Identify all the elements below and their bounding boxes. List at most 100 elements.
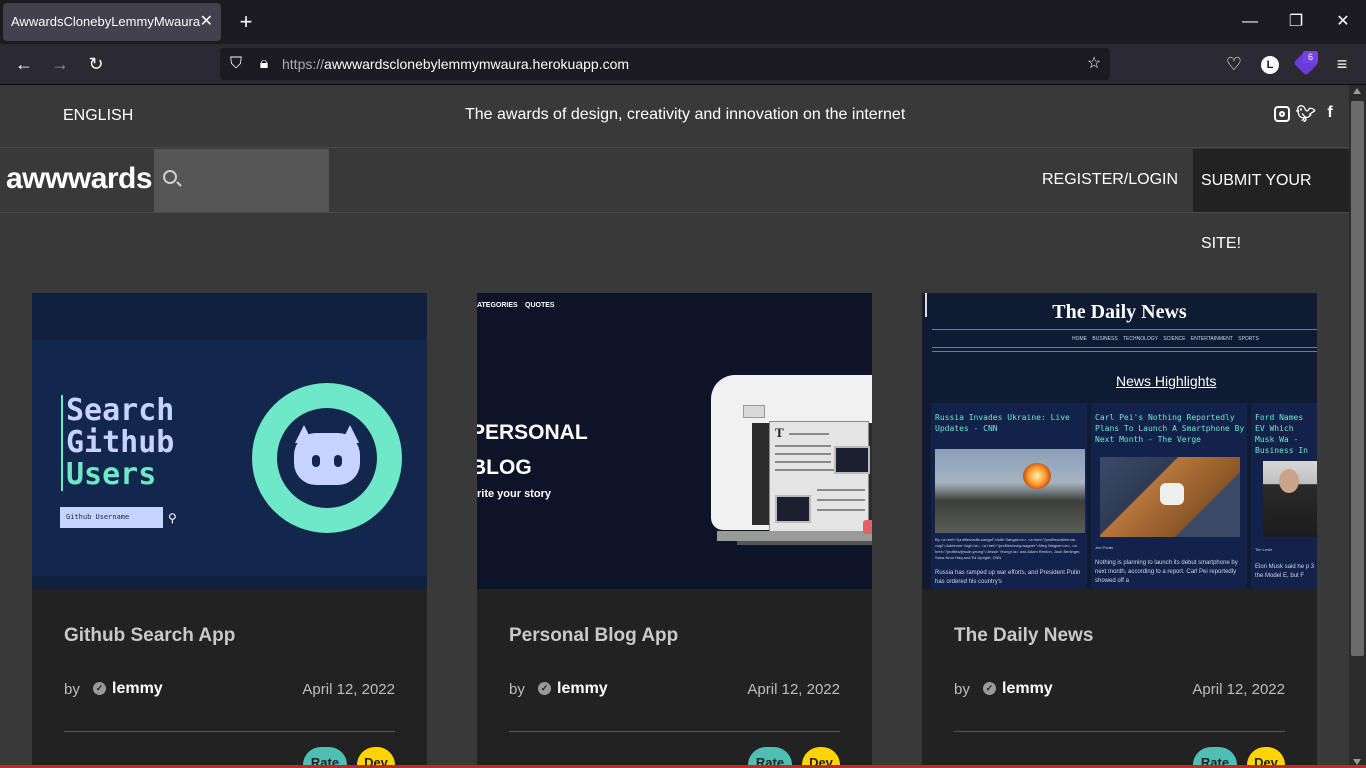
minimize-icon[interactable]: — <box>1238 8 1262 36</box>
by-label: by <box>954 681 970 698</box>
url-text[interactable]: https://awwwardsclonebylemmymwaura.herok… <box>282 48 629 80</box>
project-thumbnail[interactable]: ATEGORIES QUOTES PERSONAL BLOG rite your… <box>477 293 872 589</box>
article-byline: Jon Porter <box>1095 545 1114 550</box>
close-window-icon[interactable]: ✕ <box>1331 8 1355 36</box>
page-content: ENGLISH The awards of design, creativity… <box>0 85 1349 768</box>
article-text: Nothing is planning to launch its debut … <box>1095 560 1238 584</box>
author-name[interactable]: lemmy <box>1002 680 1053 698</box>
paper-line <box>817 489 865 491</box>
by-label: by <box>509 681 525 698</box>
account-avatar[interactable]: L <box>1261 56 1279 74</box>
author-name[interactable]: lemmy <box>557 680 608 698</box>
article-byline: By <a href="/profiles/aditi-sangal">Adit… <box>935 537 1081 560</box>
article-title: Russia Invades Ukraine: Live Updates - C… <box>935 413 1070 433</box>
verified-icon: ✓ <box>983 682 996 695</box>
pocket-icon[interactable]: ♡ <box>1222 52 1246 76</box>
back-icon[interactable]: ← <box>12 52 36 76</box>
thumbnail-text: Github <box>66 425 175 460</box>
card-divider <box>954 731 1285 732</box>
verified-icon: ✓ <box>93 682 106 695</box>
site-header: awwwards. REGISTER/LOGIN SUBMIT YOUR SIT… <box>0 149 1349 252</box>
project-title[interactable]: Personal Blog App <box>509 625 678 647</box>
paper-line <box>775 445 831 447</box>
reload-icon[interactable]: ↻ <box>84 52 108 76</box>
forward-icon[interactable]: → <box>48 52 72 76</box>
scroll-up-arrow[interactable] <box>1353 88 1361 94</box>
article-image <box>1263 461 1317 537</box>
menu-rule <box>932 351 1317 352</box>
by-label: by <box>64 681 80 698</box>
project-title[interactable]: Github Search App <box>64 625 235 647</box>
language-selector[interactable]: ENGLISH <box>63 107 133 125</box>
browser-navbar: ← → ↻ ⛉ 🔒︎ https://awwwardsclonebylemmym… <box>0 44 1366 85</box>
card-divider <box>509 731 840 732</box>
article-card: Russia Invades Ukraine: Live Updates - C… <box>931 403 1087 589</box>
article-image <box>935 449 1085 533</box>
url-host: awwwardsclonebylemmymwaura.herokuapp.com <box>324 56 630 72</box>
illustration-keyboard <box>717 531 872 541</box>
scrollbar-thumb[interactable] <box>1351 101 1364 656</box>
paper-line <box>817 509 865 511</box>
thumbnail-text: Search <box>66 393 175 428</box>
project-card[interactable]: ATEGORIES QUOTES PERSONAL BLOG rite your… <box>477 293 872 768</box>
article-text: Elon Musk said he p 3 the Model E, but F <box>1255 564 1315 579</box>
url-bar[interactable]: ⛉ 🔒︎ https://awwwardsclonebylemmymwaura.… <box>220 48 1110 80</box>
thumbnail-subheading: rite your story <box>477 488 551 500</box>
thumbnail-search-icon: ⚲ <box>168 511 177 525</box>
shield-icon[interactable]: ⛉ <box>224 52 248 76</box>
thumbnail-nav-item: ATEGORIES <box>477 302 518 309</box>
tab-close-icon[interactable]: ✕ <box>200 3 213 41</box>
new-tab-button[interactable]: + <box>234 8 258 36</box>
project-date: April 12, 2022 <box>1192 681 1285 698</box>
menu-rule <box>932 347 1317 348</box>
article-byline: Tim Levin <box>1255 547 1273 552</box>
paper-image <box>775 495 811 523</box>
instagram-icon[interactable] <box>1274 106 1290 122</box>
article-card: Ford Names EV Which Musk Wa - Business I… <box>1251 403 1317 589</box>
browser-tabbar: AwwardsClonebyLemmyMwaura ✕ + — ❐ ✕ <box>0 0 1366 44</box>
paper-line <box>817 499 865 501</box>
top-strip: ENGLISH The awards of design, creativity… <box>0 85 1349 148</box>
thumbnail-accent-bar <box>61 395 63 491</box>
url-protocol: https:// <box>282 56 325 72</box>
octocat-eyes <box>308 455 346 469</box>
article-text: Russia has ramped up war efforts, and Pr… <box>935 570 1081 585</box>
project-thumbnail[interactable]: Search Github Users Github Username ⚲ <box>32 293 427 589</box>
paper-image <box>834 446 870 474</box>
article-card: Carl Pei's Nothing Reportedly Plans To L… <box>1091 403 1247 589</box>
register-login-link[interactable]: REGISTER/LOGIN <box>1042 171 1178 189</box>
twitter-icon[interactable]: 🐦︎ <box>1295 104 1317 124</box>
explosion-graphic <box>1023 463 1051 489</box>
earbuds-graphic <box>1160 483 1184 505</box>
paper-line <box>789 433 829 435</box>
maximize-icon[interactable]: ❐ <box>1284 8 1308 36</box>
article-image <box>1100 457 1240 537</box>
bookmark-star-icon[interactable]: ☆ <box>1082 52 1106 76</box>
project-card[interactable]: Search Github Users Github Username ⚲ Gi… <box>32 293 427 768</box>
masthead-rule <box>932 329 1317 330</box>
project-title[interactable]: The Daily News <box>954 625 1093 647</box>
portrait-graphic <box>1279 469 1299 493</box>
illustration-base <box>737 541 872 545</box>
illustration-hand <box>863 520 872 534</box>
card-divider <box>64 731 395 732</box>
search-input[interactable] <box>154 149 329 212</box>
illustration-window <box>743 405 765 418</box>
menu-icon[interactable]: ≡ <box>1330 52 1354 76</box>
paper-line <box>775 461 831 463</box>
browser-tab[interactable]: AwwardsClonebyLemmyMwaura ✕ <box>3 3 221 41</box>
facebook-icon[interactable]: f <box>1319 104 1341 122</box>
project-card[interactable]: The Daily News HOME BUSINESS TECHNOLOGY … <box>922 293 1317 768</box>
page-scrollbar[interactable] <box>1349 85 1366 768</box>
lock-icon[interactable]: 🔒︎ <box>252 52 276 76</box>
article-title: Carl Pei's Nothing Reportedly Plans To L… <box>1095 413 1245 444</box>
submit-site-button[interactable]: SUBMIT YOUR SITE! <box>1193 149 1349 252</box>
thumbnail-nav-item: QUOTES <box>525 302 555 309</box>
extension-badge: 6 <box>1303 51 1318 63</box>
newspaper-masthead: The Daily News <box>1052 301 1187 323</box>
project-thumbnail[interactable]: The Daily News HOME BUSINESS TECHNOLOGY … <box>922 293 1317 589</box>
section-heading: News Highlights <box>1116 373 1217 389</box>
site-logo[interactable]: awwwards. <box>6 162 160 196</box>
tab-title: AwwardsClonebyLemmyMwaura <box>11 14 201 29</box>
author-name[interactable]: lemmy <box>112 680 163 698</box>
